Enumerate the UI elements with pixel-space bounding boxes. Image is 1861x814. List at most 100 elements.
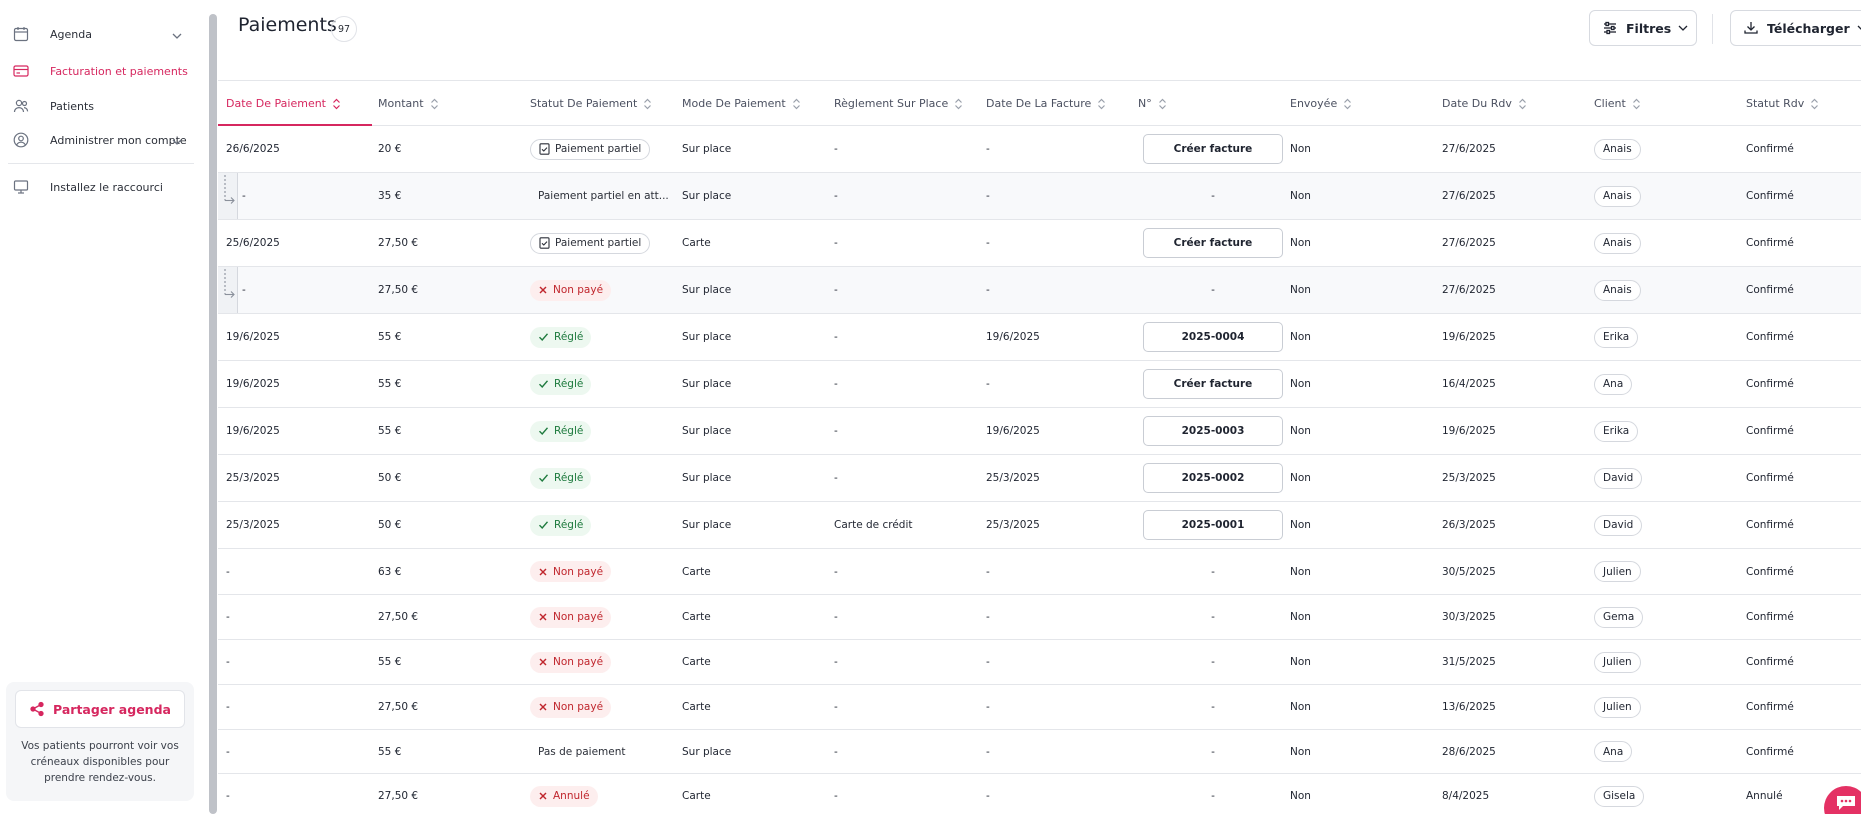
client-badge[interactable]: Anais [1594,185,1641,207]
cell-client[interactable]: Gisela [1594,774,1744,814]
invoice-number-button[interactable]: 2025-0003 [1143,416,1283,446]
cell-client[interactable]: Erika [1594,408,1744,454]
sidebar-scrollbar[interactable] [209,14,217,814]
client-badge[interactable]: David [1594,514,1643,536]
cell-client[interactable]: Anais [1594,173,1744,219]
onsite-settlement: - [834,190,838,202]
cell-appointment-status: Confirmé [1746,173,1861,219]
appointment-date: 27/6/2025 [1442,284,1496,296]
amount: 55 € [378,331,402,343]
invoice-number-button[interactable]: 2025-0002 [1143,463,1283,493]
client-badge[interactable]: Julien [1594,696,1641,718]
cell-client[interactable]: Anais [1594,220,1744,266]
cell-invoice-number[interactable]: 2025-0003 [1138,408,1288,454]
cell-appointment-date: 28/6/2025 [1442,730,1592,773]
column-header[interactable]: Montant [378,81,439,126]
cell-invoice-number[interactable]: Créer facture [1138,126,1288,172]
cell-client[interactable]: Julien [1594,640,1744,684]
share-agenda-button[interactable]: Partager agenda [15,690,185,728]
cell-onsite-settlement: - [834,314,984,360]
table-row[interactable]: 25/3/2025 50 € Réglé Sur place - 25/3/2025 202… [218,455,1861,502]
table-row[interactable]: - 27,50 € Annulé Carte - - - Non 8/4/2025 Gisela A… [218,774,1861,814]
cell-invoice-date: - [986,640,1136,684]
table-row[interactable]: 26/6/2025 20 € Paiement partiel Sur place - -… [218,126,1861,173]
invoice-date: - [986,190,990,202]
filters-button[interactable]: Filtres [1589,10,1697,46]
client-badge[interactable]: Ana [1594,741,1633,762]
table-row-sub-payment[interactable]: - 35 € Paiement partiel en att... Sur place… [218,173,1861,220]
table-row[interactable]: - 63 € Non payé Carte - - - Non 30/5/2025 Julien C… [218,549,1861,595]
table-row[interactable]: - 55 € Pas de paiement Sur place - - - Non 28/6/… [218,730,1861,774]
amount: 27,50 € [378,284,419,296]
table-row[interactable]: - 55 € Non payé Carte - - - Non 31/5/2025 Julien C… [218,640,1861,685]
cell-invoice-number[interactable]: 2025-0001 [1138,502,1288,548]
sidebar-item-patients[interactable]: Patients [0,90,195,122]
sidebar-item-facturation[interactable]: Facturation et paiements [0,55,195,87]
invoice-number-button[interactable]: 2025-0004 [1143,322,1283,352]
table-header: Date De Paiement Montant Statut De Paiemen… [218,80,1861,126]
invoice-number-button[interactable]: 2025-0001 [1143,510,1283,540]
table-row[interactable]: 19/6/2025 55 € Réglé Sur place - 19/6/2025 202… [218,314,1861,361]
column-header-label: Date De Paiement [226,97,326,110]
cell-client[interactable]: Anais [1594,126,1744,172]
cell-client[interactable]: Ana [1594,361,1744,407]
client-badge[interactable]: Julien [1594,651,1641,673]
cell-client[interactable]: Julien [1594,549,1744,594]
column-header[interactable]: Statut Rdv [1746,81,1819,126]
sidebar-item-agenda[interactable]: Agenda [0,18,195,50]
client-badge[interactable]: Erika [1594,326,1639,348]
onsite-settlement: - [834,565,838,578]
client-badge[interactable]: Anais [1594,279,1641,301]
cell-client[interactable]: David [1594,502,1744,548]
amount: 55 € [378,425,402,437]
cell-invoice-number[interactable]: Créer facture [1138,220,1288,266]
column-header[interactable]: Mode De Paiement [682,81,801,126]
column-header[interactable]: Date De Paiement [226,81,341,126]
client-badge[interactable]: Gema [1594,606,1644,628]
sidebar-item-account[interactable]: Administrer mon compte [0,124,195,156]
cell-client[interactable]: David [1594,455,1744,501]
client-badge[interactable]: Gisela [1594,785,1645,807]
payment-status: Non payé [553,611,604,623]
payment-status: Non payé [553,284,604,296]
cell-invoice-number[interactable]: 2025-0004 [1138,314,1288,360]
amount: 63 € [378,565,402,578]
client-badge[interactable]: Julien [1594,561,1641,582]
download-button[interactable]: Télécharger [1730,10,1861,46]
cell-client[interactable]: Anais [1594,267,1744,313]
column-header[interactable]: Statut De Paiement [530,81,652,126]
column-header[interactable]: N° [1138,81,1167,126]
client-badge[interactable]: Anais [1594,232,1641,254]
column-header[interactable]: Date De La Facture [986,81,1106,126]
create-invoice-button[interactable]: Créer facture [1143,369,1283,399]
table-row[interactable]: - 27,50 € Non payé Carte - - - Non 13/6/2025 Juli… [218,685,1861,730]
column-header[interactable]: Client [1594,81,1641,126]
cell-client[interactable]: Gema [1594,595,1744,639]
client-badge[interactable]: Ana [1594,373,1633,395]
table-row[interactable]: 19/6/2025 55 € Réglé Sur place - - Créer factu… [218,361,1861,408]
cell-client[interactable]: Julien [1594,685,1744,729]
client-badge[interactable]: David [1594,467,1643,489]
sidebar-item-shortcut[interactable]: Installez le raccourci [0,171,195,203]
cell-client[interactable]: Ana [1594,730,1744,773]
payment-mode: Sur place [682,519,732,531]
cell-invoice-number[interactable]: Créer facture [1138,361,1288,407]
cell-client[interactable]: Erika [1594,314,1744,360]
cell-appointment-status: Confirmé [1746,314,1861,360]
column-header[interactable]: Règlement Sur Place [834,81,963,126]
column-header[interactable]: Envoyée [1290,81,1352,126]
client-badge[interactable]: Erika [1594,420,1639,442]
create-invoice-button[interactable]: Créer facture [1143,228,1283,258]
client-badge[interactable]: Anais [1594,138,1641,160]
cell-invoice-number[interactable]: 2025-0002 [1138,455,1288,501]
column-header[interactable]: Date Du Rdv [1442,81,1527,126]
table-row[interactable]: 25/6/2025 27,50 € Paiement partiel Carte - - C… [218,220,1861,267]
download-icon [1743,20,1759,36]
amount: 50 € [378,519,402,531]
table-row[interactable]: - 27,50 € Non payé Carte - - - Non 30/3/2025 Gema… [218,595,1861,640]
table-row[interactable]: 19/6/2025 55 € Réglé Sur place - 19/6/2025 202… [218,408,1861,455]
payment-status-badge: Non payé [530,279,612,301]
table-row-sub-payment[interactable]: - 27,50 € Non payé Sur place - - - Non 27/6/2025… [218,267,1861,314]
table-row[interactable]: 25/3/2025 50 € Réglé Sur place Carte de créd… [218,502,1861,549]
create-invoice-button[interactable]: Créer facture [1143,134,1283,164]
